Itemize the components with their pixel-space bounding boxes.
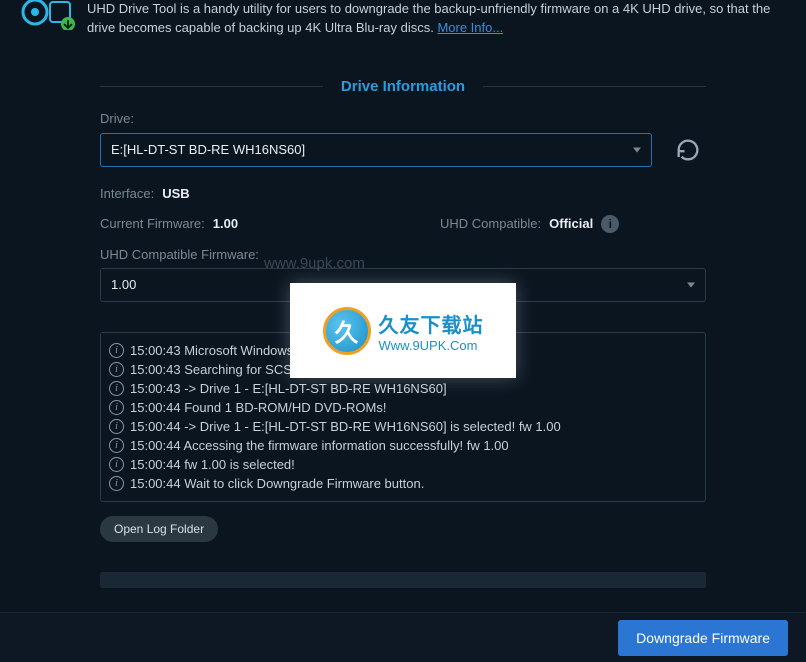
log-line: i 15:00:44 fw 1.00 is selected! — [107, 455, 699, 474]
drive-label: Drive: — [100, 111, 706, 126]
watermark-url: Www.9UPK.Com — [379, 338, 478, 353]
drive-select-value: E:[HL-DT-ST BD-RE WH16NS60] — [111, 142, 305, 157]
interface-label: Interface: — [100, 186, 154, 201]
progress-bar — [100, 572, 706, 588]
divider — [483, 86, 706, 87]
current-firmware-value: 1.00 — [213, 216, 238, 231]
info-circle-icon: i — [109, 381, 124, 396]
log-text: 15:00:44 Accessing the firmware informat… — [130, 438, 509, 453]
watermark-overlay: www.9upk.com 久 久友下载站 Www.9UPK.Com — [290, 283, 516, 378]
log-text: 15:00:44 Found 1 BD-ROM/HD DVD-ROMs! — [130, 400, 386, 415]
info-circle-icon: i — [109, 400, 124, 415]
refresh-button[interactable] — [670, 132, 706, 168]
info-icon[interactable]: i — [601, 215, 619, 233]
refresh-icon — [674, 136, 702, 164]
watermark-logo-icon: 久 — [323, 307, 371, 355]
interface-value: USB — [162, 186, 189, 201]
open-log-folder-button[interactable]: Open Log Folder — [100, 516, 218, 542]
app-logo-icon — [20, 0, 75, 30]
downgrade-firmware-button[interactable]: Downgrade Firmware — [618, 620, 788, 656]
uhd-compatible-value: Official — [549, 216, 593, 231]
log-line: i 15:00:44 Wait to click Downgrade Firmwa… — [107, 474, 699, 493]
header-description: UHD Drive Tool is a handy utility for us… — [87, 0, 786, 38]
footer-bar: Downgrade Firmware — [0, 612, 806, 662]
log-text: 15:00:43 -> Drive 1 - E:[HL-DT-ST BD-RE … — [130, 381, 447, 396]
log-text: 15:00:44 Wait to click Downgrade Firmwar… — [130, 476, 424, 491]
info-circle-icon: i — [109, 438, 124, 453]
drive-select[interactable]: E:[HL-DT-ST BD-RE WH16NS60] — [100, 133, 652, 167]
log-line: i 15:00:44 Accessing the firmware informa… — [107, 436, 699, 455]
info-circle-icon: i — [109, 343, 124, 358]
watermark-ghost-text: www.9upk.com — [264, 255, 365, 272]
uhd-compatible-label: UHD Compatible: — [440, 216, 541, 231]
current-firmware-label: Current Firmware: — [100, 216, 205, 231]
log-line: i 15:00:44 -> Drive 1 - E:[HL-DT-ST BD-RE… — [107, 417, 699, 436]
compat-firmware-label: UHD Compatible Firmware: — [100, 247, 706, 262]
info-circle-icon: i — [109, 457, 124, 472]
watermark-title: 久友下载站 — [379, 309, 484, 338]
chevron-down-icon — [633, 147, 641, 152]
log-text: 15:00:44 -> Drive 1 - E:[HL-DT-ST BD-RE … — [130, 419, 561, 434]
more-info-link[interactable]: More Info... — [437, 20, 503, 35]
divider — [100, 86, 323, 87]
compat-firmware-value: 1.00 — [111, 277, 136, 292]
info-circle-icon: i — [109, 419, 124, 434]
info-circle-icon: i — [109, 362, 124, 377]
chevron-down-icon — [687, 282, 695, 287]
log-text: 15:00:44 fw 1.00 is selected! — [130, 457, 295, 472]
log-line: i 15:00:44 Found 1 BD-ROM/HD DVD-ROMs! — [107, 398, 699, 417]
section-title: Drive Information — [323, 78, 483, 95]
log-line: i 15:00:43 -> Drive 1 - E:[HL-DT-ST BD-RE… — [107, 379, 699, 398]
info-circle-icon: i — [109, 476, 124, 491]
